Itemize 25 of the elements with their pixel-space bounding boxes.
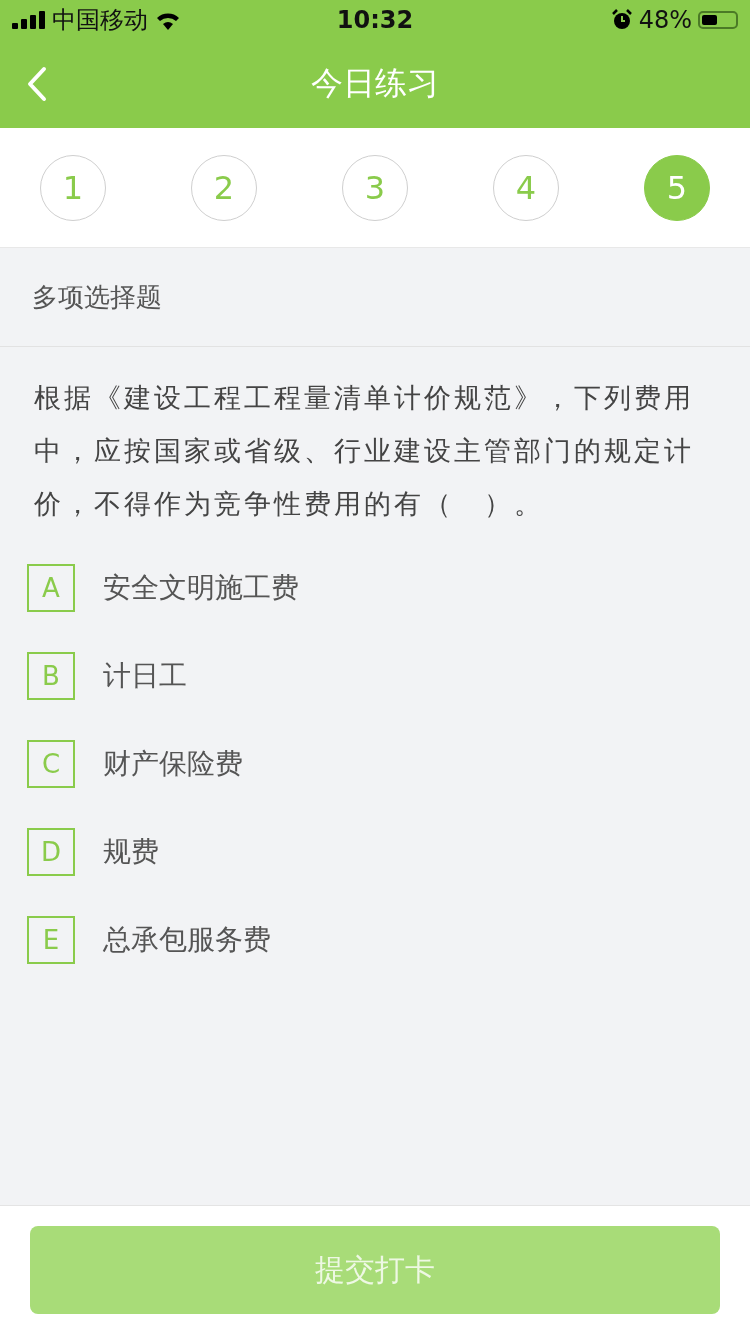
clock-time: 10:32 [336, 6, 414, 34]
question-text: 根据《建设工程工程量清单计价规范》，下列费用中，应按国家或省级、行业建设主管部门的规定计价，不得作为竞争性费用的有（ ）。 [34, 381, 695, 521]
page-title: 今日练习 [311, 63, 439, 104]
alarm-icon [610, 9, 633, 31]
option-checkbox[interactable]: D [27, 828, 75, 876]
battery-percent: 48% [638, 6, 692, 34]
option-text[interactable]: 规费 [103, 833, 159, 871]
option-checkbox[interactable]: A [27, 564, 75, 612]
carrier-name: 中国移动 [52, 5, 148, 36]
signal-icon [12, 11, 46, 29]
option-text[interactable]: 总承包服务费 [103, 921, 271, 959]
option-text[interactable]: 安全文明施工费 [103, 569, 299, 607]
question-type: 多项选择题 [32, 280, 162, 314]
option-text[interactable]: 财产保险费 [103, 745, 243, 783]
option-text[interactable]: 计日工 [103, 657, 187, 695]
back-icon[interactable] [26, 66, 48, 102]
battery-icon [698, 11, 738, 29]
question-number[interactable]: 4 [493, 154, 559, 221]
option-checkbox[interactable]: E [27, 916, 75, 964]
question-number[interactable]: 1 [40, 154, 106, 221]
option-checkbox[interactable]: B [27, 652, 75, 700]
question-number[interactable]: 2 [191, 154, 257, 221]
question-number[interactable]: 5 [644, 154, 710, 221]
question-number[interactable]: 3 [342, 154, 408, 221]
option-checkbox[interactable]: C [27, 740, 75, 788]
